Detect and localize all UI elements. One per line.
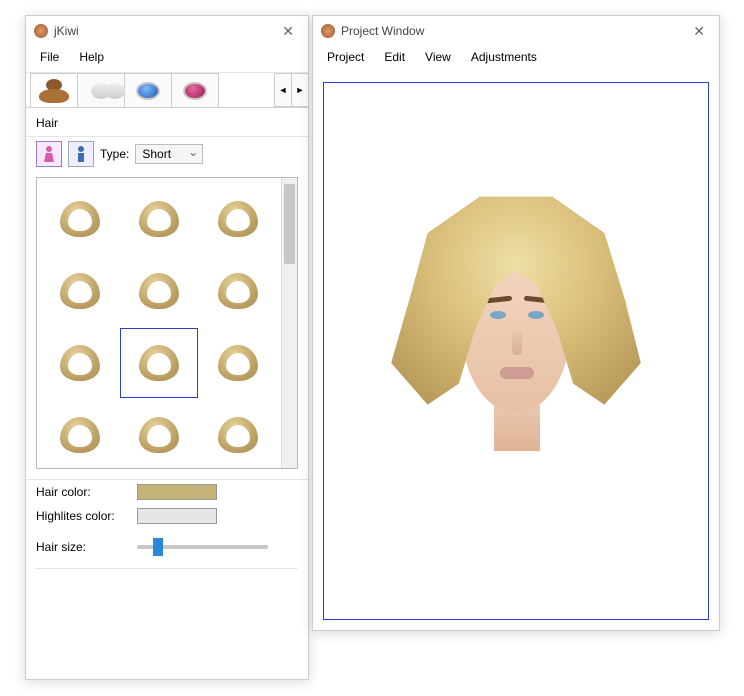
project-titlebar[interactable]: Project Window ✕	[313, 16, 719, 46]
red-compact-icon	[183, 82, 207, 100]
hair-thumb[interactable]	[120, 184, 197, 254]
male-icon	[74, 144, 88, 164]
hair-thumb[interactable]	[200, 400, 277, 468]
project-window: Project Window ✕ Project Edit View Adjus…	[312, 15, 720, 631]
section-label: Hair	[26, 108, 308, 136]
hair-thumb[interactable]	[120, 256, 197, 326]
tabs-scroll-right[interactable]: ►	[291, 73, 309, 107]
menu-adjustments[interactable]: Adjustments	[463, 48, 545, 66]
hair-color-label: Hair color:	[36, 485, 131, 499]
hair-thumb[interactable]	[41, 184, 118, 254]
hair-thumb[interactable]	[41, 256, 118, 326]
close-icon[interactable]: ✕	[276, 23, 300, 40]
hair-thumb[interactable]	[200, 328, 277, 398]
female-icon	[42, 144, 56, 164]
tab-lipstick[interactable]	[171, 73, 219, 107]
category-tabs: ◄ ►	[26, 73, 308, 108]
hair-size-slider[interactable]	[137, 545, 268, 549]
hair-thumb[interactable]	[200, 256, 277, 326]
tab-eyeshadow[interactable]	[124, 73, 172, 107]
main-title: jKiwi	[54, 24, 276, 38]
preview-canvas[interactable]	[323, 82, 709, 620]
menu-project[interactable]: Project	[319, 48, 372, 66]
hair-thumbs-grid	[37, 178, 281, 468]
highlights-row: Highlites color:	[26, 504, 308, 528]
hair-thumbnails	[36, 177, 298, 469]
type-value: Short	[142, 147, 171, 161]
hair-thumb[interactable]	[41, 328, 118, 398]
tab-hair[interactable]	[30, 73, 78, 107]
project-title: Project Window	[341, 24, 687, 38]
thumbs-scrollbar[interactable]	[281, 178, 297, 468]
hair-color-swatch[interactable]	[137, 484, 217, 500]
gender-male-button[interactable]	[68, 141, 94, 167]
main-titlebar[interactable]: jKiwi ✕	[26, 16, 308, 46]
hair-thumb[interactable]	[200, 184, 277, 254]
menu-view[interactable]: View	[417, 48, 459, 66]
hair-thumb-selected[interactable]	[120, 328, 197, 398]
jars-icon	[91, 83, 111, 99]
app-icon	[34, 24, 48, 38]
hair-thumb[interactable]	[41, 400, 118, 468]
blue-compact-icon	[136, 82, 160, 100]
menu-file[interactable]: File	[32, 48, 67, 66]
project-menubar: Project Edit View Adjustments	[313, 46, 719, 72]
hair-bun-icon	[39, 79, 69, 103]
scrollbar-grip[interactable]	[284, 184, 295, 264]
highlights-label: Highlites color:	[36, 509, 131, 523]
menu-edit[interactable]: Edit	[376, 48, 413, 66]
gender-female-button[interactable]	[36, 141, 62, 167]
type-label: Type:	[100, 147, 129, 161]
hair-thumb[interactable]	[120, 400, 197, 468]
main-menubar: File Help	[26, 46, 308, 72]
hair-size-row: Hair size:	[26, 528, 308, 558]
menu-help[interactable]: Help	[71, 48, 112, 66]
divider	[36, 568, 298, 569]
slider-thumb[interactable]	[153, 538, 163, 556]
type-select[interactable]: Short	[135, 144, 203, 164]
gender-type-row: Type: Short	[26, 137, 308, 171]
close-icon[interactable]: ✕	[687, 23, 711, 40]
hair-color-row: Hair color:	[26, 480, 308, 504]
app-icon	[321, 24, 335, 38]
hair-size-label: Hair size:	[36, 540, 131, 554]
model-preview	[386, 181, 646, 521]
tab-foundation[interactable]	[77, 73, 125, 107]
tabs-scroll-left[interactable]: ◄	[274, 73, 292, 107]
highlights-color-swatch[interactable]	[137, 508, 217, 524]
main-window: jKiwi ✕ File Help ◄ ► Hair Type: Short	[25, 15, 309, 680]
